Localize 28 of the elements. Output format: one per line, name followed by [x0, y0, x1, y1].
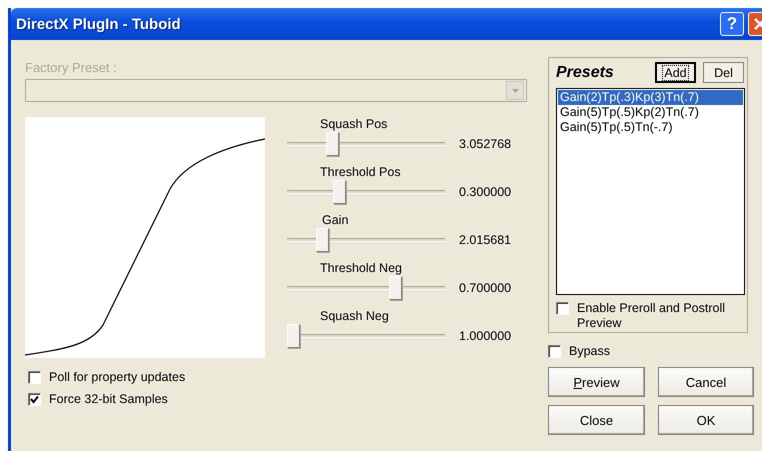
- slider-value: 3.052768: [459, 137, 512, 151]
- preset-item[interactable]: Gain(2)Tp(.3)Kp(3)Tn(.7): [558, 90, 743, 105]
- slider-label: Threshold Pos: [320, 165, 401, 179]
- slider-value: 0.700000: [459, 281, 512, 295]
- presets-title: Presets: [556, 64, 615, 82]
- factory-preset-label: Factory Preset :: [25, 60, 118, 75]
- preset-item[interactable]: Gain(5)Tp(.5)Tn(-.7): [558, 120, 743, 135]
- checkbox-label: Enable Preroll and Postroll Preview: [577, 301, 726, 331]
- slider-label: Squash Pos: [320, 117, 388, 131]
- checkbox-label: Bypass: [569, 344, 610, 358]
- preset-item[interactable]: Gain(5)Tp(.5)Kp(2)Tn(.7): [558, 105, 743, 120]
- checkbox-label: Poll for property updates: [49, 370, 186, 384]
- help-button[interactable]: ?: [720, 12, 744, 36]
- add-button[interactable]: Add: [655, 62, 696, 83]
- checkbox-label: Force 32-bit Samples: [49, 392, 168, 406]
- dialog-button[interactable]: Cancel: [658, 367, 754, 397]
- presets-list[interactable]: Gain(2)Tp(.3)Kp(3)Tn(.7) Gain(5)Tp(.5)Kp(2)Tn(.7) Gain(5)Tp(.5)Tn(-.7): [556, 88, 745, 295]
- window-title: DirectX PlugIn - Tuboid: [16, 16, 182, 32]
- slider-value: 1.000000: [459, 329, 512, 343]
- slider-label: Threshold Neg: [320, 261, 402, 275]
- slider-value: 2.015681: [459, 233, 512, 247]
- slider-label: Squash Neg: [320, 309, 389, 323]
- dialog-button[interactable]: Preview: [548, 367, 645, 397]
- dialog-button[interactable]: OK: [658, 405, 754, 435]
- slider-label: Gain: [322, 213, 348, 227]
- dialog-button[interactable]: Close: [548, 405, 645, 435]
- slider-value: 0.300000: [459, 185, 512, 199]
- delete-button[interactable]: Del: [703, 62, 744, 83]
